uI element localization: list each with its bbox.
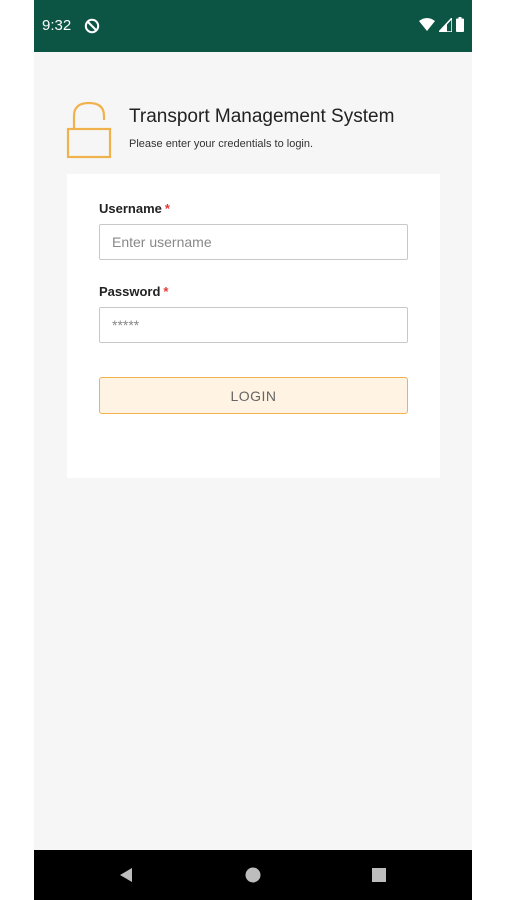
- page-subtitle: Please enter your credentials to login.: [129, 138, 314, 150]
- password-label: Password *: [99, 284, 168, 299]
- phone-screen: 9:32 Transport Management System Please …: [34, 0, 472, 900]
- password-label-text: Password: [99, 284, 161, 299]
- status-time: 9:32: [42, 17, 72, 34]
- cell-signal-icon: [439, 17, 452, 32]
- login-header: Transport Management System Please enter…: [66, 100, 446, 160]
- username-required-mark: *: [164, 201, 170, 216]
- do-not-disturb-icon: [84, 18, 100, 34]
- battery-icon: [456, 17, 464, 32]
- login-button[interactable]: LOGIN: [99, 377, 408, 414]
- back-icon[interactable]: [116, 865, 136, 885]
- password-required-mark: *: [163, 284, 169, 299]
- navigation-bar: [34, 850, 472, 900]
- wifi-icon: [419, 17, 435, 31]
- recents-icon[interactable]: [369, 865, 389, 885]
- username-label-text: Username: [99, 201, 162, 216]
- password-input[interactable]: [99, 307, 408, 343]
- login-card: Username* Password* LOGIN: [67, 174, 440, 478]
- username-label: Username *: [99, 201, 170, 216]
- home-icon[interactable]: [243, 865, 263, 885]
- status-bar: 9:32: [34, 0, 472, 52]
- username-input[interactable]: [99, 224, 408, 260]
- page-title: Transport Management System: [129, 106, 395, 127]
- unlock-icon: [66, 101, 112, 159]
- status-icons: [419, 17, 464, 32]
